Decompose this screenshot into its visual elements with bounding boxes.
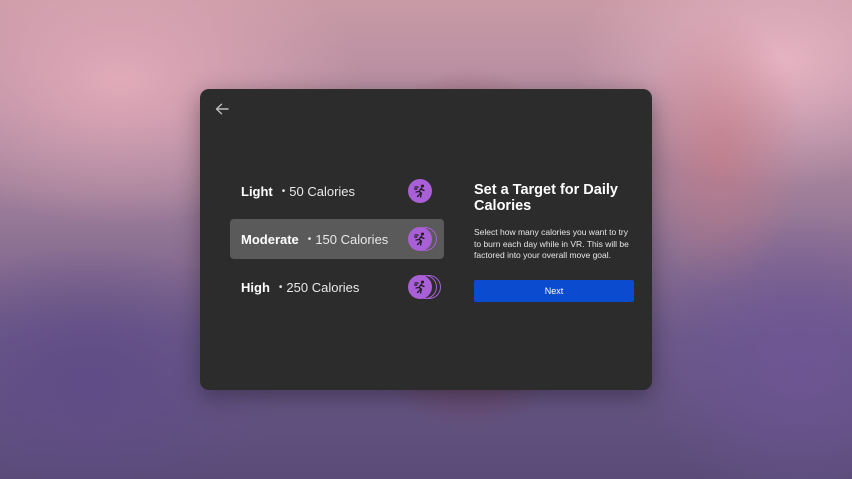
option-name: Light	[241, 183, 273, 199]
option-calories: 150 Calories	[315, 231, 389, 247]
option-high[interactable]: High • 250 Calories	[230, 267, 444, 307]
option-separator: •	[281, 185, 286, 197]
option-calories: 50 Calories	[289, 183, 356, 199]
option-name: High	[241, 279, 270, 295]
option-moderate[interactable]: Moderate • 150 Calories	[230, 219, 444, 259]
intensity-badge	[408, 227, 437, 251]
option-name: Moderate	[241, 231, 299, 247]
option-light[interactable]: Light • 50 Calories	[230, 171, 444, 211]
option-calories: 250 Calories	[286, 279, 360, 295]
next-button[interactable]: Next	[474, 280, 634, 302]
option-separator: •	[307, 233, 312, 245]
dialog-title: Set a Target for Daily Calories	[474, 182, 618, 214]
calorie-target-dialog: Light • 50 Calories Moderate • 150 Calor…	[200, 89, 652, 390]
running-person-icon	[408, 227, 432, 251]
running-person-icon	[408, 275, 432, 299]
arrow-left-icon	[215, 103, 229, 115]
dialog-description: Select how many calories you want to try…	[474, 227, 629, 260]
intensity-badge	[408, 179, 432, 203]
running-person-icon	[408, 179, 432, 203]
back-button[interactable]	[212, 99, 232, 119]
intensity-badge	[408, 275, 441, 299]
option-separator: •	[278, 281, 283, 293]
